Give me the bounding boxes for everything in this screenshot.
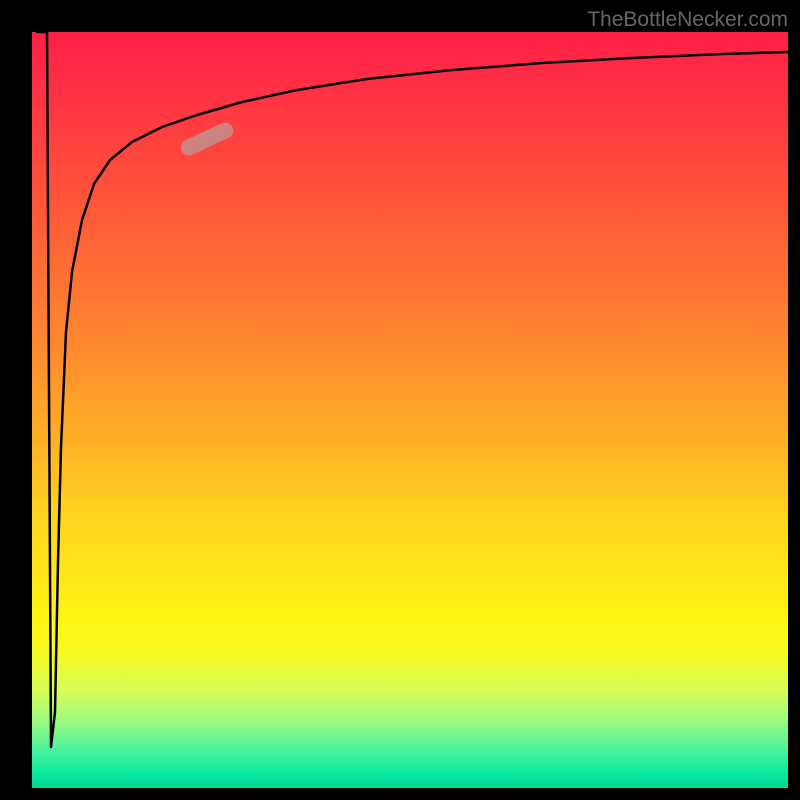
- attribution-text: TheBottleNecker.com: [587, 8, 788, 32]
- plot-area: [32, 32, 788, 788]
- bottleneck-curve-path: [37, 32, 788, 747]
- chart-frame: [32, 32, 788, 788]
- curve-marker: [178, 120, 236, 158]
- curve-line: [32, 32, 788, 788]
